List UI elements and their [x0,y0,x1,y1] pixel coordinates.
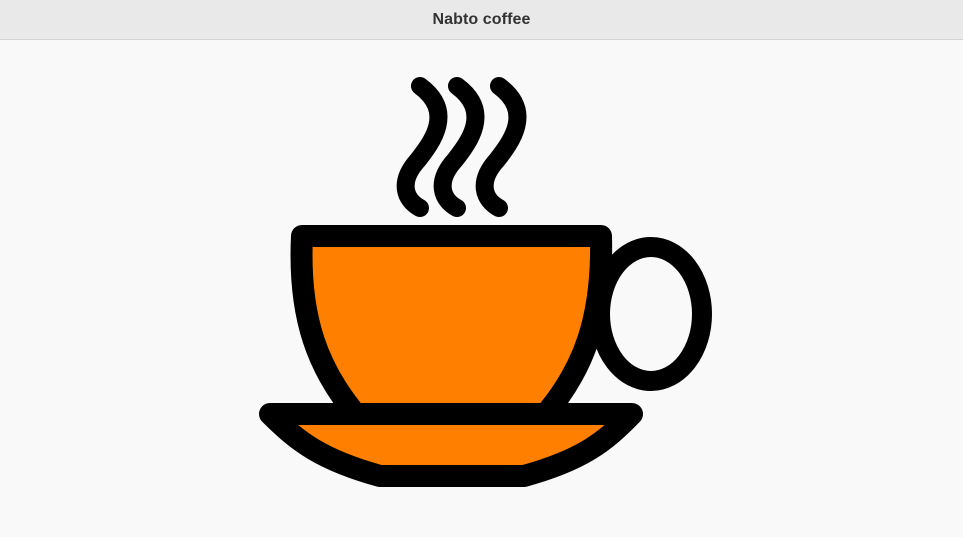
steam-line-middle [433,77,485,217]
cup-handle [590,237,712,391]
app-header: Nabto coffee [0,0,963,40]
page-title: Nabto coffee [432,10,531,28]
main-content [0,40,963,537]
steam-line-right [475,77,527,217]
cup-body [290,225,613,428]
steam-line-left [396,77,448,217]
coffee-cup-icon [259,77,712,487]
saucer [259,403,643,487]
steam-group [396,77,527,217]
